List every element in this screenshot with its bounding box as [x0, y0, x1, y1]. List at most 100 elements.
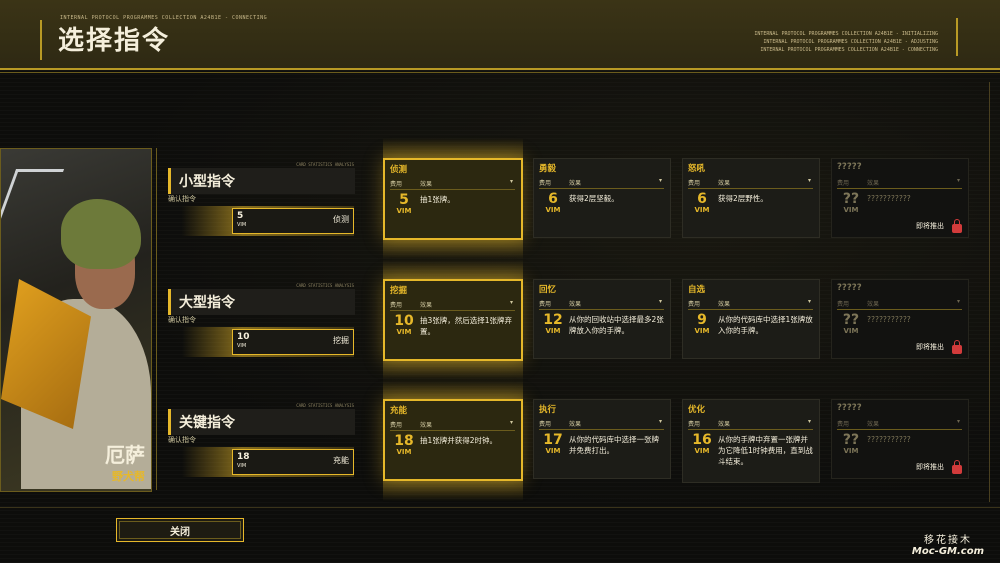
command-card[interactable]: 充能 费用 效果 ▾ 18 VIM 抽1张牌并获得2时钟。: [383, 379, 523, 501]
slot-card[interactable]: 5 VIM 侦测: [232, 208, 354, 234]
locked-command-card: ????? 费用 效果 ▾ ?? VIM ??????????? 即将推出: [831, 399, 969, 479]
chevron-down-icon: ▾: [509, 299, 513, 306]
category-title-box: 大型指令: [168, 289, 355, 315]
chevron-down-icon: ▾: [956, 298, 960, 305]
chevron-down-icon: ▾: [658, 177, 662, 184]
lock-icon: [952, 340, 962, 354]
protocol-line: INTERNAL PROTOCOL PROGRAMMES COLLECTION …: [754, 31, 938, 37]
card-cost: 17: [543, 432, 563, 448]
cost-label: 费用: [837, 180, 850, 187]
cost-label: 费用: [688, 301, 701, 308]
coming-soon-label: 即将推出: [916, 222, 944, 230]
card-name: 自选: [688, 285, 706, 295]
footer-divider: [0, 507, 1000, 508]
command-card[interactable]: 自选 费用 效果 ▾ 9 VIM 从你的代码库中选择1张牌放入你的手牌。: [682, 279, 820, 359]
cost-label: 费用: [539, 421, 552, 428]
card-effect: 从你的代码库中选择一张牌并免费打出。: [569, 435, 659, 455]
card-cost: 5: [399, 192, 409, 208]
card-divider: [539, 176, 664, 189]
chevron-down-icon: ▾: [956, 418, 960, 425]
command-card[interactable]: 侦测 费用 效果 ▾ 5 VIM 抽1张牌。: [383, 138, 523, 260]
close-button-label: 关闭: [170, 527, 190, 538]
command-card[interactable]: 挖掘 费用 效果 ▾ 10 VIM 抽3张牌，然后选择1张牌弃置。: [383, 259, 523, 381]
card-effect: 抽1张牌。: [420, 195, 455, 204]
category-title: 大型指令: [179, 295, 235, 311]
card-name: 侦测: [390, 165, 408, 175]
cost-label: 费用: [688, 180, 701, 187]
effect-label: 效果: [420, 302, 433, 309]
header-bracket-right: [946, 18, 958, 56]
command-card[interactable]: 回忆 费用 效果 ▾ 12 VIM 从你的回收站中选择最多2张牌放入你的手牌。: [533, 279, 671, 359]
selection-glow: [383, 259, 523, 279]
chevron-down-icon: ▾: [807, 177, 811, 184]
card-cost: 10: [394, 313, 414, 329]
card-divider: [688, 176, 813, 189]
selected-command-slot[interactable]: 18 VIM 充能: [182, 447, 354, 477]
card-effect: 抽3张牌，然后选择1张牌弃置。: [420, 316, 513, 336]
selected-command-slot[interactable]: 5 VIM 侦测: [182, 206, 354, 236]
card-divider: [539, 417, 664, 430]
command-card[interactable]: 执行 费用 效果 ▾ 17 VIM 从你的代码库中选择一张牌并免费打出。: [533, 399, 671, 479]
coming-soon-label: 即将推出: [916, 463, 944, 471]
card-name: 优化: [688, 405, 706, 415]
header-bar: INTERNAL PROTOCOL PROGRAMMES COLLECTION …: [0, 0, 1000, 70]
card-name: 挖掘: [390, 286, 408, 296]
card-effect: 从你的代码库中选择1张牌放入你的手牌。: [718, 315, 813, 335]
cost-label: 费用: [539, 301, 552, 308]
card-name: 怒吼: [688, 164, 706, 174]
command-card[interactable]: 怒吼 费用 效果 ▾ 6 VIM 获得2层野性。: [682, 158, 820, 238]
card-effect: ???????????: [867, 194, 911, 203]
category-stats-label: CARD STATISTICS ANALYSIS: [296, 403, 354, 408]
selected-command-slot[interactable]: 10 VIM 挖掘: [182, 327, 354, 357]
effect-label: 效果: [569, 180, 582, 187]
card-vim: VIM: [545, 327, 561, 335]
card-effect: 获得2层坚毅。: [569, 194, 619, 203]
card-vim: VIM: [694, 206, 710, 214]
slot-card[interactable]: 18 VIM 充能: [232, 449, 354, 475]
claw-art: [1, 169, 65, 252]
cost-label: 费用: [837, 421, 850, 428]
card-vim: VIM: [694, 327, 710, 335]
category-title: 小型指令: [179, 174, 235, 190]
character-portrait: 厄萨 野犬帮: [0, 148, 152, 492]
card-divider: [837, 297, 962, 310]
effect-label: 效果: [569, 421, 582, 428]
cost-label: 费用: [390, 181, 403, 188]
card-divider: [390, 298, 515, 311]
effect-label: 效果: [420, 181, 433, 188]
command-card[interactable]: 勇毅 费用 效果 ▾ 6 VIM 获得2层坚毅。: [533, 158, 671, 238]
effect-label: 效果: [867, 180, 880, 187]
chevron-down-icon: ▾: [807, 418, 811, 425]
header-divider: [0, 72, 1000, 73]
right-rail: [989, 82, 990, 502]
portrait-frame: [150, 148, 157, 490]
locked-command-card: ????? 费用 效果 ▾ ?? VIM ??????????? 即将推出: [831, 279, 969, 359]
slot-cost: 18: [237, 452, 250, 462]
watermark: 移花接木 Moc-GM.com: [912, 531, 984, 557]
card-name: ?????: [837, 403, 862, 413]
card-divider: [688, 417, 813, 430]
chevron-down-icon: ▾: [658, 298, 662, 305]
header-bracket-left: [40, 20, 52, 60]
card-divider: [539, 297, 664, 310]
protocol-line: INTERNAL PROTOCOL PROGRAMMES COLLECTION …: [763, 39, 938, 45]
card-vim: VIM: [396, 328, 412, 336]
command-card[interactable]: 优化 费用 效果 ▾ 16 VIM 从你的手牌中弃置一张牌并为它降低1时钟费用，…: [682, 399, 820, 483]
card-name: 回忆: [539, 285, 557, 295]
close-button[interactable]: 关闭: [116, 518, 244, 542]
character-name: 厄萨: [105, 443, 145, 467]
card-divider: [837, 417, 962, 430]
portrait-hair: [61, 199, 141, 269]
card-cost: 18: [394, 433, 414, 449]
card-vim: VIM: [843, 327, 859, 335]
category-title: 关键指令: [179, 415, 235, 431]
cost-label: 费用: [390, 302, 403, 309]
card-effect: ???????????: [867, 315, 911, 324]
chevron-down-icon: ▾: [509, 178, 513, 185]
chevron-down-icon: ▾: [658, 418, 662, 425]
effect-label: 效果: [718, 421, 731, 428]
card-divider: [837, 176, 962, 189]
slot-card[interactable]: 10 VIM 挖掘: [232, 329, 354, 355]
protocol-line: INTERNAL PROTOCOL PROGRAMMES COLLECTION …: [760, 47, 938, 53]
category-subtitle: 确认指令: [168, 195, 196, 203]
